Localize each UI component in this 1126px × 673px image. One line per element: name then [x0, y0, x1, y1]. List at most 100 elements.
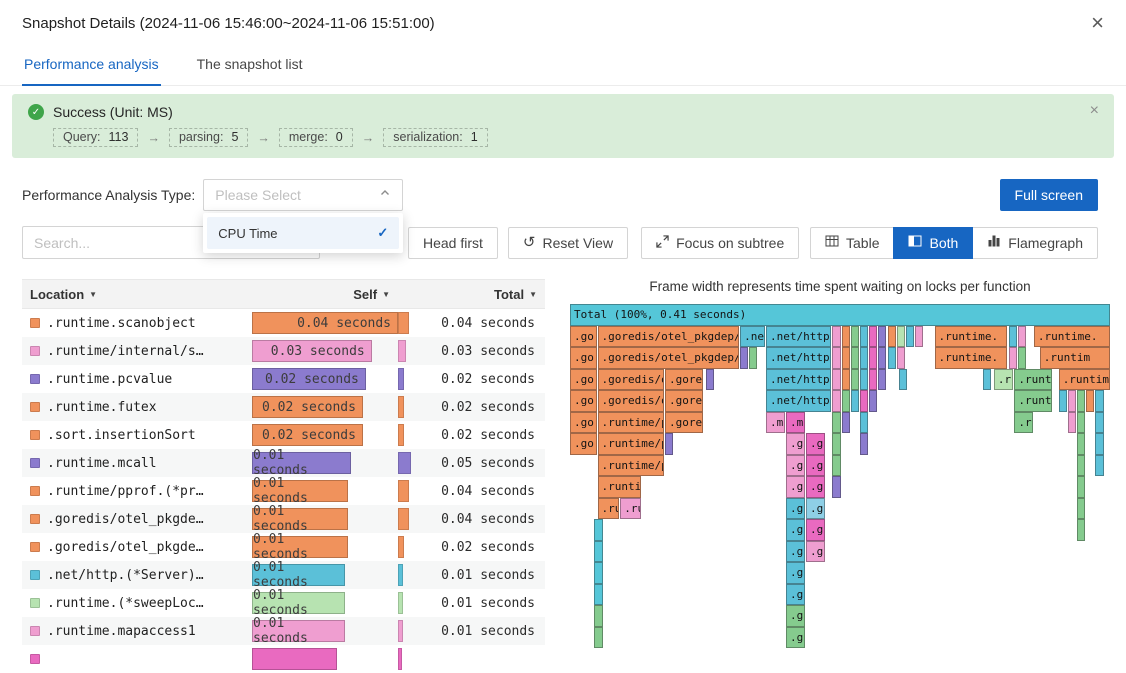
- flame-block[interactable]: .go: [570, 433, 597, 455]
- flame-block[interactable]: .ne: [740, 325, 765, 347]
- table-row[interactable]: .runtime/internal/s… 0.03 seconds 0.03 sec…: [22, 337, 545, 365]
- flame-block[interactable]: .net/http: [766, 368, 831, 390]
- flame-block[interactable]: [665, 433, 674, 455]
- flame-block[interactable]: [832, 390, 841, 412]
- flame-block[interactable]: [832, 347, 841, 369]
- flame-block[interactable]: [878, 368, 887, 390]
- flame-block[interactable]: .go: [786, 562, 805, 584]
- flame-block[interactable]: .goredi: [665, 390, 703, 412]
- flame-block[interactable]: [841, 411, 850, 433]
- tab-snapshot-list[interactable]: The snapshot list: [195, 46, 305, 85]
- flame-block[interactable]: [593, 626, 604, 648]
- flame-block[interactable]: .go: [786, 605, 805, 627]
- flame-block[interactable]: .gi: [805, 476, 825, 498]
- table-row[interactable]: .runtime.mapaccess1 0.01 seconds 0.01 seco…: [22, 616, 545, 646]
- flame-block[interactable]: [1095, 390, 1104, 412]
- flame-block[interactable]: .ru: [1014, 411, 1034, 433]
- flame-block[interactable]: .runtime/pprof.: [597, 411, 664, 433]
- tab-performance-analysis[interactable]: Performance analysis: [22, 46, 161, 86]
- flame-block[interactable]: .runtime.: [934, 347, 1008, 369]
- flame-block[interactable]: [740, 347, 749, 369]
- flame-block[interactable]: [850, 390, 859, 412]
- flame-block[interactable]: [1077, 519, 1086, 541]
- flame-block[interactable]: .net/http: [766, 325, 831, 347]
- flame-block[interactable]: [899, 368, 908, 390]
- flame-block[interactable]: .go: [786, 519, 805, 541]
- flame-block[interactable]: [1067, 390, 1076, 412]
- flame-block[interactable]: .runtime/: [597, 476, 641, 498]
- flame-block[interactable]: [832, 368, 841, 390]
- column-total[interactable]: Total ▼: [398, 287, 545, 302]
- flame-block[interactable]: .net/http: [766, 347, 831, 369]
- flame-block[interactable]: [1018, 347, 1027, 369]
- flame-block[interactable]: [832, 476, 841, 498]
- flame-block[interactable]: [869, 390, 878, 412]
- flame-block[interactable]: [905, 325, 914, 347]
- table-row[interactable]: .runtime.futex 0.02 seconds 0.02 seconds: [22, 393, 545, 421]
- flame-block[interactable]: .runtim: [1058, 368, 1110, 390]
- flame-block[interactable]: .ma: [766, 411, 785, 433]
- flame-block[interactable]: [593, 519, 604, 541]
- flame-block[interactable]: [832, 411, 841, 433]
- both-view-button[interactable]: Both: [893, 226, 974, 259]
- flame-block[interactable]: [859, 325, 869, 347]
- flame-block[interactable]: .ma: [786, 411, 805, 433]
- flame-block[interactable]: [983, 368, 992, 390]
- flame-block[interactable]: [832, 454, 841, 476]
- flame-block[interactable]: .goredis/otel_p: [597, 368, 664, 390]
- flame-block[interactable]: .gi: [786, 433, 805, 455]
- flame-block[interactable]: [1077, 411, 1086, 433]
- flame-block[interactable]: [859, 347, 869, 369]
- flame-block[interactable]: [841, 390, 850, 412]
- flame-block[interactable]: .gi: [786, 476, 805, 498]
- flame-block[interactable]: .go: [805, 497, 825, 519]
- flame-block[interactable]: [1077, 433, 1086, 455]
- flame-block[interactable]: .runt: [1014, 390, 1053, 412]
- flame-block[interactable]: [593, 583, 604, 605]
- flame-block[interactable]: [1067, 411, 1076, 433]
- flame-block[interactable]: [841, 325, 850, 347]
- flame-block[interactable]: .runtime.: [934, 325, 1008, 347]
- flame-block[interactable]: .go: [570, 390, 597, 412]
- flamegraph-view-button[interactable]: Flamegraph: [972, 226, 1098, 259]
- table-row[interactable]: .runtime.scanobject 0.04 seconds 0.04 seco…: [22, 309, 545, 337]
- table-row[interactable]: .runtime.mcall 0.01 seconds 0.05 seconds: [22, 448, 545, 478]
- flame-block[interactable]: .go: [786, 626, 805, 648]
- flame-block[interactable]: [1086, 390, 1095, 412]
- flame-block[interactable]: .ru: [993, 368, 1013, 390]
- flamegraph[interactable]: Total (100%, 0.41 seconds) .go .goredis/ot…: [570, 304, 1110, 650]
- flame-block[interactable]: .goredis/otel_p: [597, 390, 664, 412]
- flame-block[interactable]: [1058, 390, 1067, 412]
- flame-block[interactable]: .runtime/pprof.: [597, 454, 664, 476]
- focus-subtree-button[interactable]: Focus on subtree: [641, 226, 800, 259]
- flame-block[interactable]: Total (100%, 0.41 seconds): [570, 304, 1110, 326]
- flame-block[interactable]: [593, 540, 604, 562]
- flame-block[interactable]: .goredis/otel_pkgdep/p: [597, 347, 739, 369]
- flame-block[interactable]: [896, 347, 905, 369]
- flame-block[interactable]: .go: [786, 540, 805, 562]
- flame-block[interactable]: [869, 325, 878, 347]
- flame-block[interactable]: [1077, 497, 1086, 519]
- table-row[interactable]: .net/http.(*Server)… 0.01 seconds 0.01 sec…: [22, 560, 545, 590]
- flame-block[interactable]: [1077, 390, 1086, 412]
- flame-block[interactable]: [1095, 454, 1104, 476]
- flame-block[interactable]: [1009, 347, 1018, 369]
- flame-block[interactable]: .gi: [805, 519, 825, 541]
- flame-block[interactable]: [896, 325, 905, 347]
- flame-block[interactable]: [859, 390, 869, 412]
- flame-block[interactable]: [1095, 433, 1104, 455]
- flame-block[interactable]: .gi: [805, 540, 825, 562]
- flame-block[interactable]: .go: [786, 497, 805, 519]
- flame-block[interactable]: [593, 562, 604, 584]
- flame-block[interactable]: [1009, 325, 1018, 347]
- flame-block[interactable]: .ru: [620, 497, 641, 519]
- flame-block[interactable]: [850, 368, 859, 390]
- flame-block[interactable]: [841, 347, 850, 369]
- analysis-type-select[interactable]: Please Select: [203, 179, 404, 211]
- flame-block[interactable]: [859, 368, 869, 390]
- flame-block[interactable]: [1077, 476, 1086, 498]
- table-view-button[interactable]: Table: [810, 226, 895, 259]
- flame-block[interactable]: [1077, 454, 1086, 476]
- flame-block[interactable]: [887, 347, 896, 369]
- head-first-button[interactable]: Head first: [408, 226, 498, 259]
